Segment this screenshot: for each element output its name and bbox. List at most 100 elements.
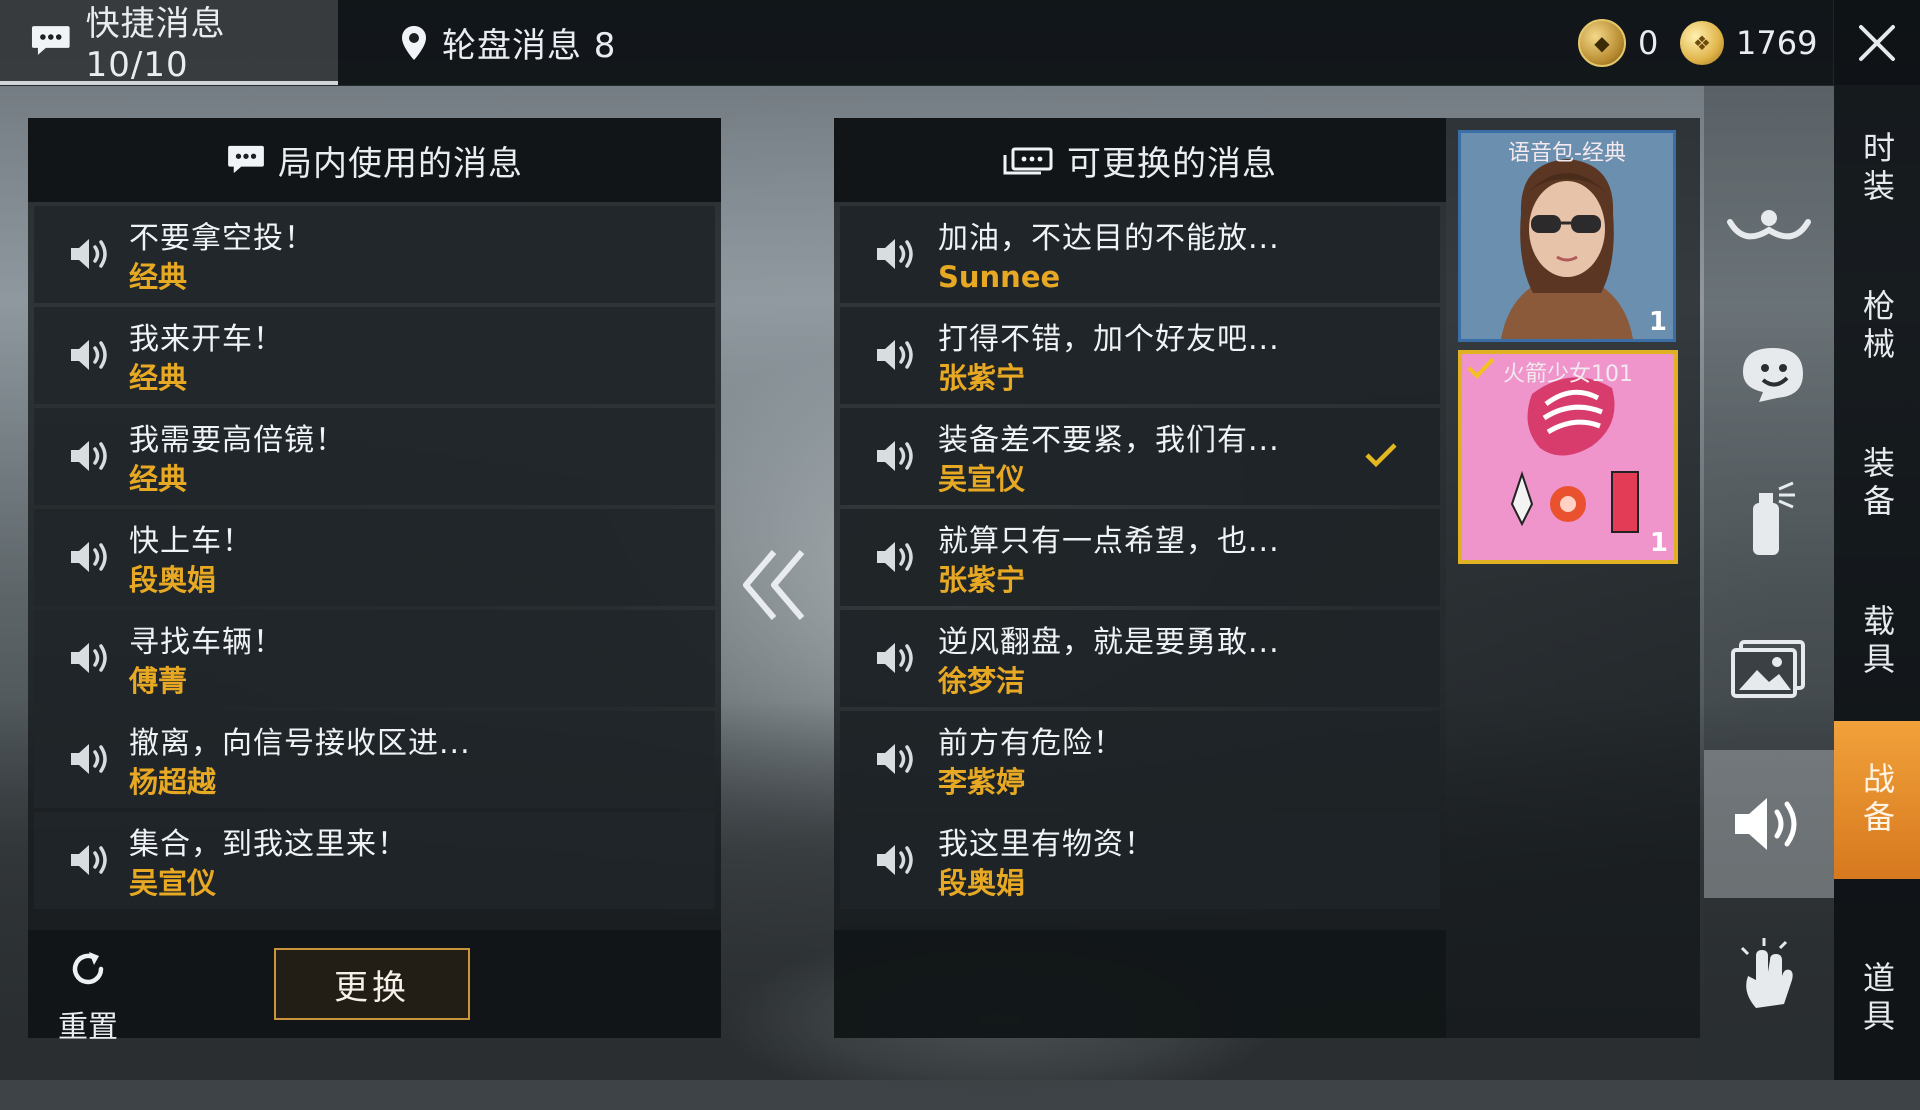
message-row[interactable]: 打得不错，加个好友吧... 张紫宁	[840, 307, 1440, 404]
strip-item-emote[interactable]	[1704, 300, 1834, 448]
category-weapons[interactable]: 枪械	[1834, 248, 1920, 406]
message-row[interactable]: 我来开车！ 经典	[34, 307, 715, 404]
close-button[interactable]	[1833, 0, 1920, 85]
voice-pack-count: 1	[1648, 307, 1667, 337]
message-text: 寻找车辆！	[129, 625, 284, 660]
currency-b: ❖ 1769	[1680, 0, 1817, 85]
message-text-block: 集合，到我这里来！ 吴宣仪	[129, 826, 408, 902]
voice-name: 徐梦洁	[938, 664, 1026, 698]
category-vehicles[interactable]: 载具	[1834, 563, 1920, 721]
message-text-block: 寻找车辆！ 傅菁	[129, 624, 284, 700]
message-text-block: 前方有危险！ 李紫婷	[938, 725, 1124, 801]
message-row[interactable]: 装备差不要紧，我们有... 吴宣仪	[840, 408, 1440, 505]
message-row[interactable]: 我需要高倍镜！ 经典	[34, 408, 715, 505]
message-row[interactable]: 寻找车辆！ 傅菁	[34, 610, 715, 707]
gold-coin-icon: ❖	[1680, 20, 1724, 65]
message-text-block: 撤离，向信号接收区进... 杨超越	[129, 725, 471, 801]
category-items[interactable]: 道具	[1834, 920, 1920, 1078]
speaker-icon[interactable]	[68, 842, 112, 882]
message-row[interactable]: 前方有危险！ 李紫婷	[840, 711, 1440, 808]
voice-pack-card-classic[interactable]: 语音包-经典 1	[1458, 130, 1676, 342]
strip-item-voice[interactable]	[1704, 750, 1834, 898]
tab-quick-messages[interactable]: 快捷消息 10/10	[0, 0, 338, 85]
parachute-icon	[1727, 210, 1811, 240]
category-equipment[interactable]: 装备	[1834, 405, 1920, 563]
voice-name: Sunnee	[938, 260, 1061, 294]
speaker-icon[interactable]	[874, 337, 918, 377]
location-pin-icon	[402, 25, 426, 60]
message-row[interactable]: 就算只有一点希望，也... 张紫宁	[840, 509, 1440, 606]
message-row[interactable]: 撤离，向信号接收区进... 杨超越	[34, 711, 715, 808]
hand-wave-icon	[1740, 938, 1793, 1008]
left-panel-footer: 重置 更换	[28, 930, 721, 1045]
message-text: 不要拿空投！	[129, 221, 315, 256]
voice-name: 经典	[129, 260, 188, 294]
voice-name: 吴宣仪	[938, 462, 1026, 496]
speaker-icon[interactable]	[874, 741, 918, 781]
category-combat-prep[interactable]: 战备	[1834, 721, 1920, 879]
message-row[interactable]: 不要拿空投！ 经典	[34, 206, 715, 303]
message-row[interactable]: 加油，不达目的不能放... Sunnee	[840, 206, 1440, 303]
voice-pack-card-rocket-girls[interactable]: 火箭少女101 1	[1458, 350, 1678, 564]
speaker-icon[interactable]	[874, 438, 918, 478]
message-text-block: 逆风翻盘，就是要勇敢... 徐梦洁	[938, 624, 1280, 700]
speaker-icon[interactable]	[68, 640, 112, 680]
speaker-icon[interactable]	[68, 539, 112, 579]
message-text-block: 我来开车！ 经典	[129, 321, 284, 397]
voice-name: 杨超越	[129, 765, 217, 799]
message-text-block: 加油，不达目的不能放... Sunnee	[938, 220, 1280, 296]
speaker-icon[interactable]	[68, 337, 112, 377]
message-text: 逆风翻盘，就是要勇敢...	[938, 625, 1280, 660]
message-row[interactable]: 快上车！ 段奥娟	[34, 509, 715, 606]
refresh-icon	[72, 952, 104, 985]
double-chevron-left-icon	[743, 550, 805, 620]
strip-item-spray[interactable]	[1704, 445, 1834, 593]
category-sidebar: 时装 枪械 装备 载具 战备 道具	[1834, 85, 1920, 1080]
message-text: 我这里有物资！	[938, 827, 1155, 862]
voice-name: 李紫婷	[938, 765, 1026, 799]
right-message-list: 加油，不达目的不能放... Sunnee 打得不错，加个好友吧... 张紫宁装备差不要…	[834, 202, 1446, 909]
move-left-arrows[interactable]	[740, 548, 810, 626]
voice-name: 吴宣仪	[129, 866, 217, 900]
tab-wheel-messages[interactable]: 轮盘消息 8	[400, 0, 616, 85]
speaker-icon[interactable]	[68, 741, 112, 781]
message-text-block: 不要拿空投！ 经典	[129, 220, 315, 296]
left-panel-title: 局内使用的消息	[278, 143, 523, 184]
strip-item-gesture[interactable]	[1704, 900, 1834, 1048]
message-text: 集合，到我这里来！	[129, 827, 408, 862]
swap-button[interactable]: 更换	[274, 948, 470, 1020]
currency-a: ◆ 0	[1578, 0, 1658, 85]
voice-name: 段奥娟	[938, 866, 1026, 900]
chat-bubble-icon	[31, 25, 70, 55]
message-text-block: 打得不错，加个好友吧... 张紫宁	[938, 321, 1280, 397]
message-text-block: 我需要高倍镜！ 经典	[129, 422, 346, 498]
message-row[interactable]: 逆风翻盘，就是要勇敢... 徐梦洁	[840, 610, 1440, 707]
reset-button[interactable]: 重置	[48, 946, 128, 1046]
message-text: 加油，不达目的不能放...	[938, 221, 1280, 256]
right-panel-title: 可更换的消息	[1067, 143, 1277, 184]
speaker-icon[interactable]	[68, 236, 112, 276]
spray-can-icon	[1753, 481, 1795, 555]
speaker-icon[interactable]	[874, 539, 918, 579]
top-bar: 快捷消息 10/10 轮盘消息 8 ◆ 0 ❖ 1769	[0, 0, 1834, 86]
message-text: 快上车！	[129, 524, 253, 559]
strip-item-photo[interactable]	[1704, 595, 1834, 743]
voice-name: 傅菁	[129, 664, 188, 698]
message-text-block: 快上车！ 段奥娟	[129, 523, 253, 599]
message-text: 打得不错，加个好友吧...	[938, 322, 1280, 357]
message-swap-icon	[1003, 147, 1053, 175]
speaker-icon[interactable]	[874, 842, 918, 882]
right-panel-footer	[834, 930, 1446, 1038]
speaker-icon[interactable]	[874, 640, 918, 680]
message-text: 前方有危险！	[938, 726, 1124, 761]
strip-item-parachute[interactable]	[1704, 155, 1834, 303]
message-row[interactable]: 我这里有物资！ 段奥娟	[840, 812, 1440, 909]
message-text-block: 我这里有物资！ 段奥娟	[938, 826, 1155, 902]
message-text: 我需要高倍镜！	[129, 423, 346, 458]
message-text-block: 就算只有一点希望，也... 张紫宁	[938, 523, 1280, 599]
voice-name: 段奥娟	[129, 563, 217, 597]
category-fashion[interactable]: 时装	[1834, 90, 1920, 248]
speaker-icon[interactable]	[874, 236, 918, 276]
speaker-icon[interactable]	[68, 438, 112, 478]
message-row[interactable]: 集合，到我这里来！ 吴宣仪	[34, 812, 715, 909]
